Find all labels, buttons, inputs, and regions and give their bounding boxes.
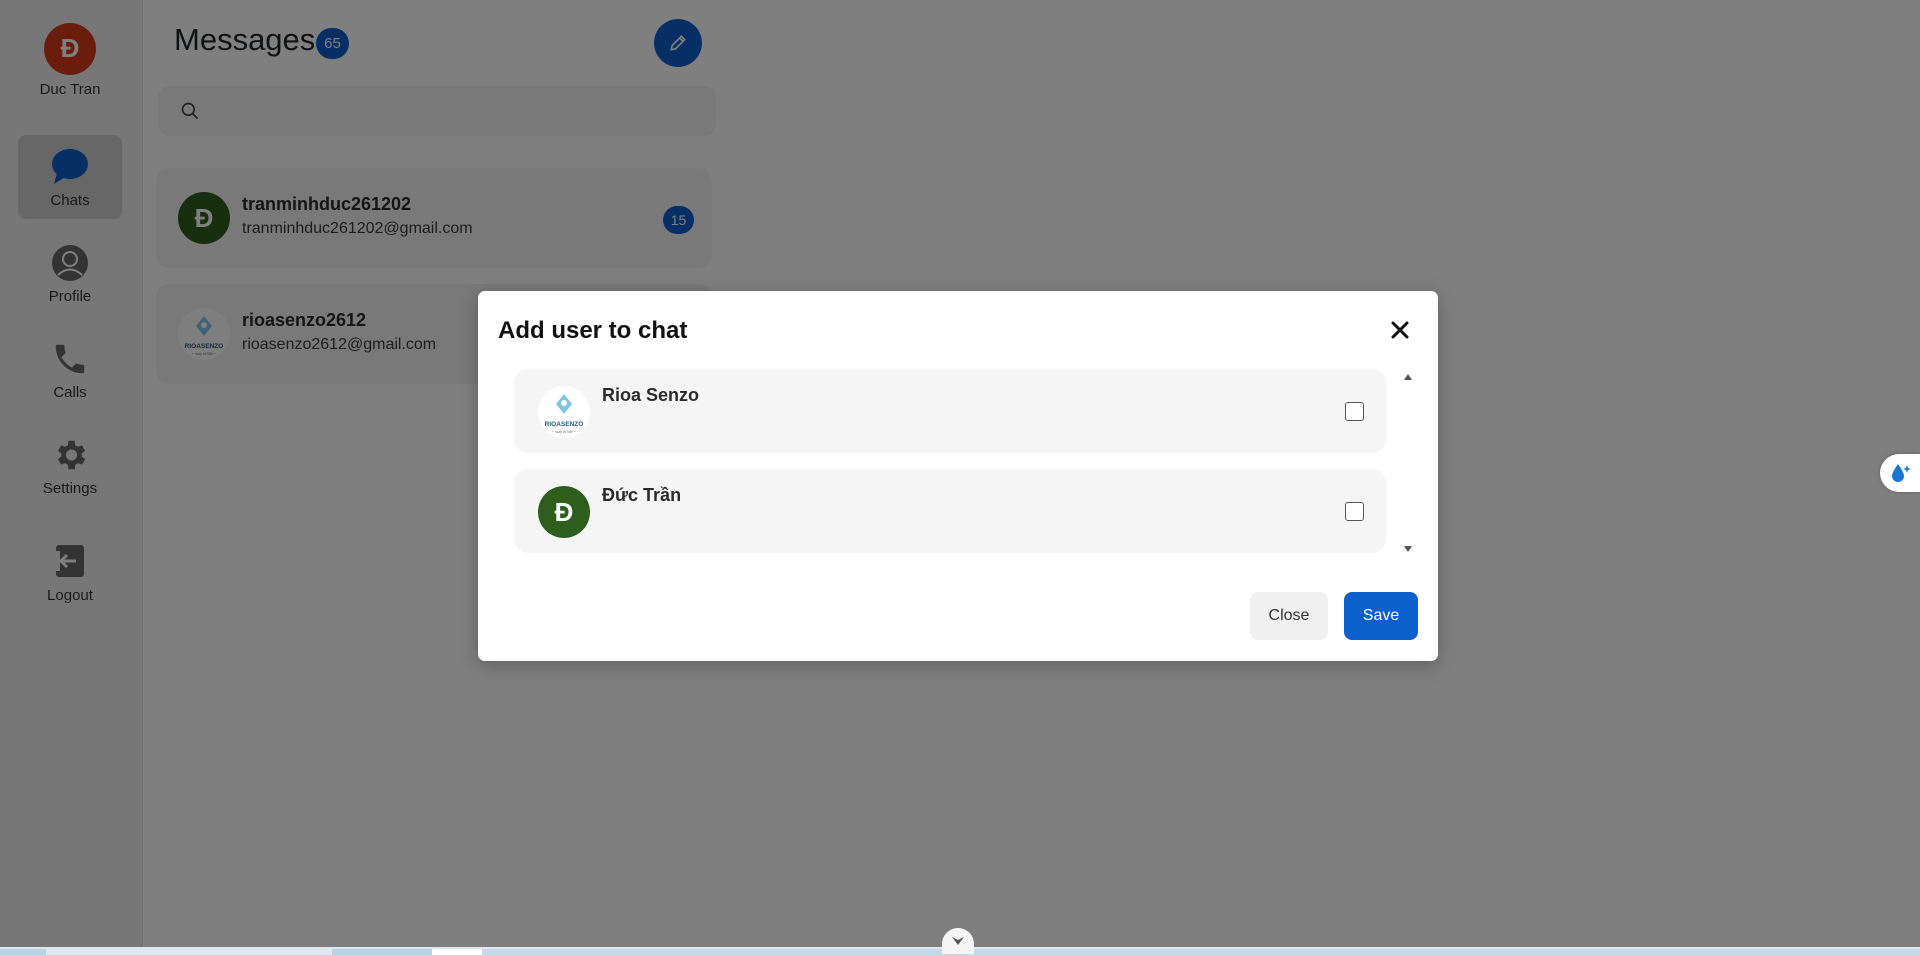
logo-tagline: ~ way of life ~ [552, 429, 576, 434]
chevron-down-icon [952, 937, 964, 945]
save-button[interactable]: Save [1344, 592, 1418, 640]
scroll-down-button[interactable] [942, 928, 974, 954]
select-user-checkbox[interactable] [1345, 402, 1364, 421]
select-user-checkbox[interactable] [1345, 502, 1364, 521]
scroll-down-arrow-icon[interactable] [1403, 545, 1413, 553]
user-name: Đức Trần [602, 485, 682, 505]
list-item[interactable]: RIOASENZO ~ way of life ~ Rioa Senzo [514, 369, 1386, 453]
close-icon[interactable] [1388, 318, 1412, 342]
scroll-up-arrow-icon[interactable] [1403, 373, 1413, 381]
extension-widget[interactable] [1880, 454, 1920, 492]
water-drop-icon [1892, 464, 1911, 482]
avatar: Đ [538, 486, 590, 538]
list-item[interactable]: Đ Đức Trần [514, 469, 1386, 553]
logo-text: RIOASENZO [545, 421, 584, 428]
add-user-modal: Add user to chat RIOASENZO ~ way of life… [478, 291, 1438, 661]
user-name: Rioa Senzo [602, 385, 700, 405]
rioasenzo-logo-icon: RIOASENZO ~ way of life ~ [545, 394, 584, 434]
close-button[interactable]: Close [1250, 592, 1328, 640]
avatar: RIOASENZO ~ way of life ~ [538, 386, 590, 438]
user-list: RIOASENZO ~ way of life ~ Rioa Senzo Đ Đ… [514, 369, 1414, 559]
modal-title: Add user to chat [498, 317, 688, 344]
